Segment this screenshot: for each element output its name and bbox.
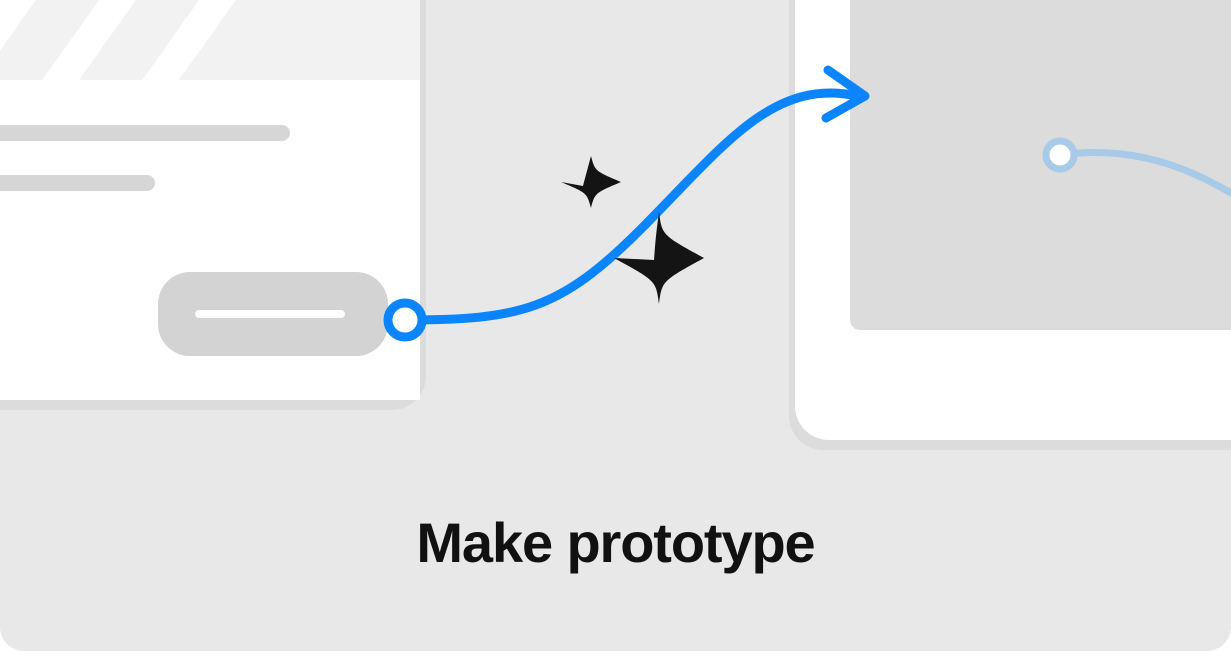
source-screen-mock	[0, 0, 426, 410]
placeholder-line	[0, 175, 155, 191]
card-title: Make prototype	[0, 510, 1231, 575]
hotspot-handle-icon[interactable]	[388, 303, 422, 337]
cta-button-mock[interactable]	[158, 272, 388, 356]
sparkle-icon	[614, 212, 704, 304]
placeholder-line	[0, 125, 290, 141]
sparkle-icon	[561, 156, 621, 208]
target-screen-mock	[789, 0, 1231, 450]
feature-card: Make prototype	[0, 0, 1231, 651]
bezier-node-icon[interactable]	[1046, 141, 1074, 169]
prototype-connection[interactable]	[405, 93, 852, 320]
